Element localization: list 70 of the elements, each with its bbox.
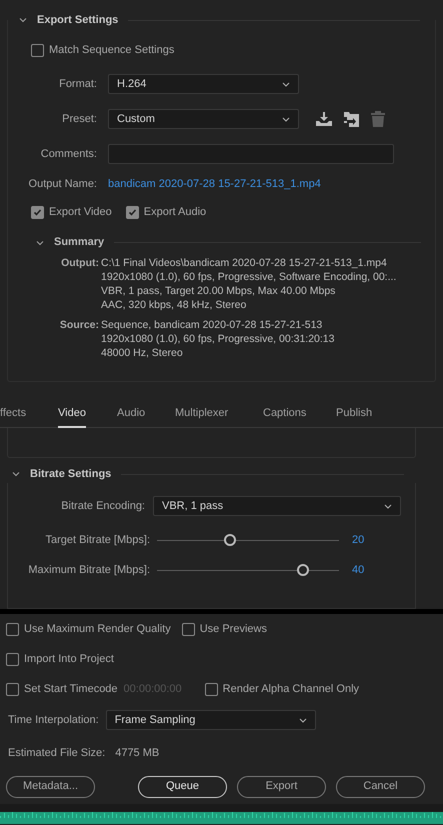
dropdown[interactable]: Custom (108, 109, 299, 129)
checkbox-label[interactable]: Use Previews (200, 620, 267, 638)
field-label: Maximum Bitrate [Mbps]: (27, 562, 151, 578)
field-label: Target Bitrate [Mbps]: (44, 532, 151, 548)
field-label: Output Name: (28, 177, 98, 192)
comments-field[interactable] (108, 144, 394, 164)
tab[interactable]: Audio (117, 397, 175, 427)
checkbox-label[interactable]: Match Sequence Settings (49, 42, 174, 58)
collapse-chevron-icon[interactable] (19, 16, 27, 24)
checkbox-label[interactable]: Render Alpha Channel Only (222, 680, 360, 698)
checkbox[interactable] (6, 682, 19, 696)
output-name-link[interactable]: bandicam 2020-07-28 15-27-21-513_1.mp4 (108, 176, 321, 192)
dropdown-caret-icon (384, 504, 392, 508)
dialog-button[interactable]: Metadata... (6, 776, 95, 798)
dropdown-caret-icon (282, 116, 290, 122)
slider-value[interactable]: 20 (352, 532, 364, 548)
slider-value[interactable]: 40 (352, 562, 364, 578)
summary-line: Sequence, bandicam 2020-07-28 15-27-21-513 (101, 318, 324, 332)
dropdown-caret-icon (298, 718, 307, 722)
folder-import-icon[interactable] (343, 112, 360, 126)
tab[interactable]: ffects (0, 397, 58, 427)
dropdown[interactable]: VBR, 1 pass (153, 496, 401, 516)
slider-thumb[interactable] (296, 564, 309, 576)
field-label: Format: (58, 76, 98, 92)
checkbox-label[interactable]: Use Maximum Render Quality (24, 620, 171, 638)
download-icon[interactable] (316, 112, 332, 126)
field-label: Estimated File Size: (8, 746, 106, 761)
checkmark-icon (33, 208, 42, 217)
slider-track[interactable] (157, 564, 339, 576)
summary-line: C:\1 Final Videos\bandicam 2020-07-28 15-27-21-513_1.mp4 (101, 256, 388, 270)
dropdown-caret-icon (282, 82, 290, 86)
checkmark-icon (128, 208, 137, 217)
summary-line: VBR, 1 pass, Target 20.00 Mbps, Max 40.00 Mbps (101, 284, 336, 298)
summary-line: 1920x1080 (1.0), 60 fps, Progressive, Software Encoding, 00:... (101, 270, 396, 284)
dialog-button[interactable]: Queue (138, 776, 227, 798)
dropdown[interactable]: H.264 (108, 74, 299, 94)
tab[interactable]: Multiplexer (175, 397, 263, 427)
dropdown[interactable]: Frame Sampling (106, 710, 316, 730)
section-title: Export Settings (37, 12, 118, 28)
checkbox[interactable] (6, 652, 19, 666)
checkbox-label[interactable]: Export Audio (144, 204, 206, 221)
summary-label: Source: (58, 318, 100, 332)
checkbox[interactable] (126, 206, 139, 219)
slider-track[interactable] (157, 534, 339, 546)
checkbox[interactable] (6, 622, 19, 636)
file-size-value: 4775 MB (115, 746, 160, 761)
dialog-button[interactable]: Cancel (336, 776, 425, 798)
field-label: Comments: (40, 146, 98, 162)
summary-line: AAC, 320 kbps, 48 kHz, Stereo (101, 298, 248, 312)
checkbox[interactable] (204, 682, 218, 696)
section-title: Summary (54, 235, 104, 250)
tab[interactable]: Captions (263, 397, 336, 427)
checkbox[interactable] (31, 206, 44, 219)
summary-line: 48000 Hz, Stereo (101, 346, 184, 360)
summary-label: Output: (60, 256, 100, 270)
collapse-chevron-icon[interactable] (36, 238, 44, 246)
checkbox-label[interactable]: Set Start Timecode (24, 680, 118, 698)
collapse-chevron-icon[interactable] (12, 470, 20, 478)
section-title: Bitrate Settings (30, 466, 112, 482)
field-label: Time Interpolation: (7, 712, 100, 728)
field-label: Preset: (61, 112, 98, 127)
checkbox-label[interactable]: Export Video (49, 204, 112, 221)
summary-line: 1920x1080 (1.0), 60 fps, Progressive, 00:31:20:13 (101, 332, 334, 346)
checkbox-label[interactable]: Import Into Project (24, 650, 114, 668)
dialog-button[interactable]: Export (237, 776, 326, 798)
checkbox[interactable] (31, 44, 44, 56)
slider-thumb[interactable] (224, 534, 236, 546)
field-label: Bitrate Encoding: (60, 498, 146, 514)
tab[interactable]: Publish (336, 397, 396, 427)
checkbox[interactable] (182, 622, 195, 636)
